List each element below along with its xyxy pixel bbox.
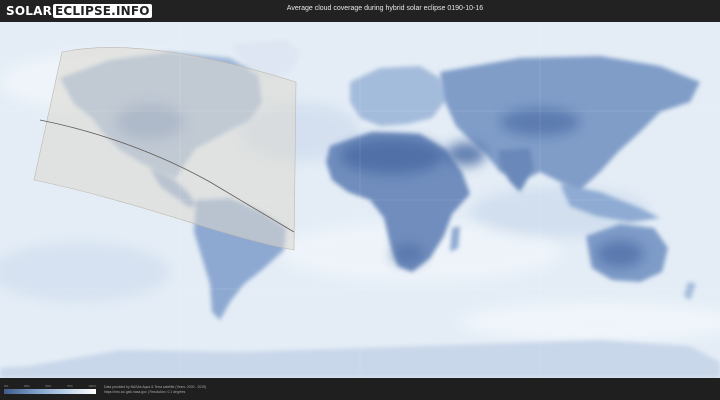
site-logo[interactable]: SOLAR ECLIPSE.INFO xyxy=(6,3,152,19)
map-svg xyxy=(0,22,720,378)
data-credits: Data provided by NASAs Aqua & Terra sate… xyxy=(104,385,206,395)
header-bar: SOLAR ECLIPSE.INFO Average cloud coverag… xyxy=(0,0,720,22)
footer-bar: 0% 25% 50% 75% 100% Data provided by NAS… xyxy=(0,378,720,400)
credits-line-2[interactable]: https://neo.sci.gsfc.nasa.gov | Resoluti… xyxy=(104,390,206,395)
logo-text-solar: SOLAR xyxy=(6,4,53,18)
legend-color-bar xyxy=(4,389,96,394)
logo-text-eclipse-info: ECLIPSE.INFO xyxy=(53,4,152,18)
cloud-coverage-map[interactable] xyxy=(0,22,720,378)
page-title: Average cloud coverage during hybrid sol… xyxy=(286,5,484,12)
